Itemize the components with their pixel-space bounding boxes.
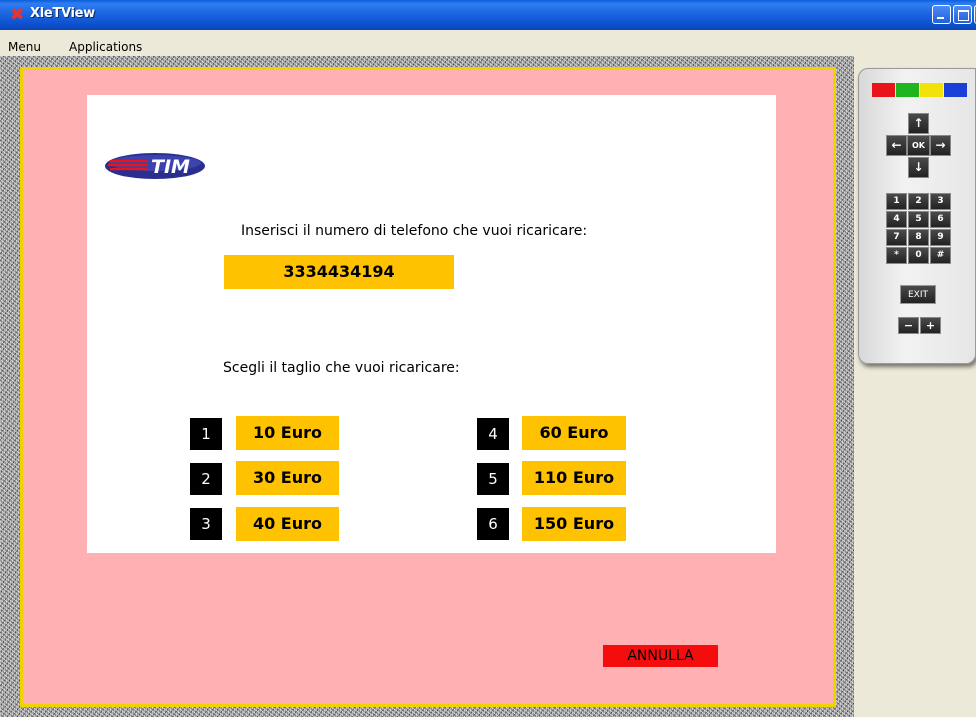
title-bar: ✖ XleTView — [0, 0, 976, 30]
green-button[interactable] — [896, 83, 919, 97]
key-0[interactable]: 0 — [908, 247, 929, 264]
key-5[interactable]: 5 — [908, 211, 929, 228]
key-star[interactable]: * — [886, 247, 907, 264]
option-5-number: 5 — [477, 463, 509, 495]
option-1-number: 1 — [190, 418, 222, 450]
phone-number-field[interactable]: 3334434194 — [224, 255, 454, 289]
minimize-button[interactable] — [932, 5, 951, 24]
phone-prompt: Inserisci il numero di telefono che vuoi… — [241, 223, 588, 239]
option-4-number: 4 — [477, 418, 509, 450]
minus-button[interactable]: − — [898, 317, 919, 334]
yellow-button[interactable] — [920, 83, 943, 97]
menu-item-applications[interactable]: Applications — [69, 40, 142, 54]
option-40-euro[interactable]: 40 Euro — [236, 507, 339, 541]
plus-button[interactable]: + — [920, 317, 941, 334]
key-2[interactable]: 2 — [908, 193, 929, 210]
key-1[interactable]: 1 — [886, 193, 907, 210]
tim-logo: TIM — [105, 153, 205, 179]
key-8[interactable]: 8 — [908, 229, 929, 246]
ok-button[interactable]: OK — [907, 135, 930, 156]
right-arrow-button[interactable]: → — [930, 135, 951, 156]
menu-item-menu[interactable]: Menu — [8, 40, 41, 54]
key-3[interactable]: 3 — [930, 193, 951, 210]
up-arrow-button[interactable]: ↑ — [908, 113, 929, 134]
minimize-icon — [937, 17, 944, 19]
option-6-number: 6 — [477, 508, 509, 540]
option-2-number: 2 — [190, 463, 222, 495]
option-10-euro[interactable]: 10 Euro — [236, 416, 339, 450]
key-4[interactable]: 4 — [886, 211, 907, 228]
red-button[interactable] — [872, 83, 895, 97]
option-30-euro[interactable]: 30 Euro — [236, 461, 339, 495]
maximize-button[interactable] — [953, 5, 972, 24]
option-3-number: 3 — [190, 508, 222, 540]
key-7[interactable]: 7 — [886, 229, 907, 246]
key-hash[interactable]: # — [930, 247, 951, 264]
app-icon: ✖ — [10, 5, 25, 25]
option-60-euro[interactable]: 60 Euro — [522, 416, 626, 450]
window-title: XleTView — [30, 6, 95, 21]
amount-prompt: Scegli il taglio che vuoi ricaricare: — [223, 360, 460, 376]
exit-button[interactable]: EXIT — [900, 285, 936, 304]
option-150-euro[interactable]: 150 Euro — [522, 507, 626, 541]
key-6[interactable]: 6 — [930, 211, 951, 228]
annulla-button[interactable]: ANNULLA — [603, 645, 718, 667]
blue-button[interactable] — [944, 83, 967, 97]
down-arrow-button[interactable]: ↓ — [908, 157, 929, 178]
left-arrow-button[interactable]: ← — [886, 135, 907, 156]
key-9[interactable]: 9 — [930, 229, 951, 246]
option-110-euro[interactable]: 110 Euro — [522, 461, 626, 495]
maximize-icon — [958, 10, 969, 21]
tim-logo-text: TIM — [151, 156, 190, 178]
